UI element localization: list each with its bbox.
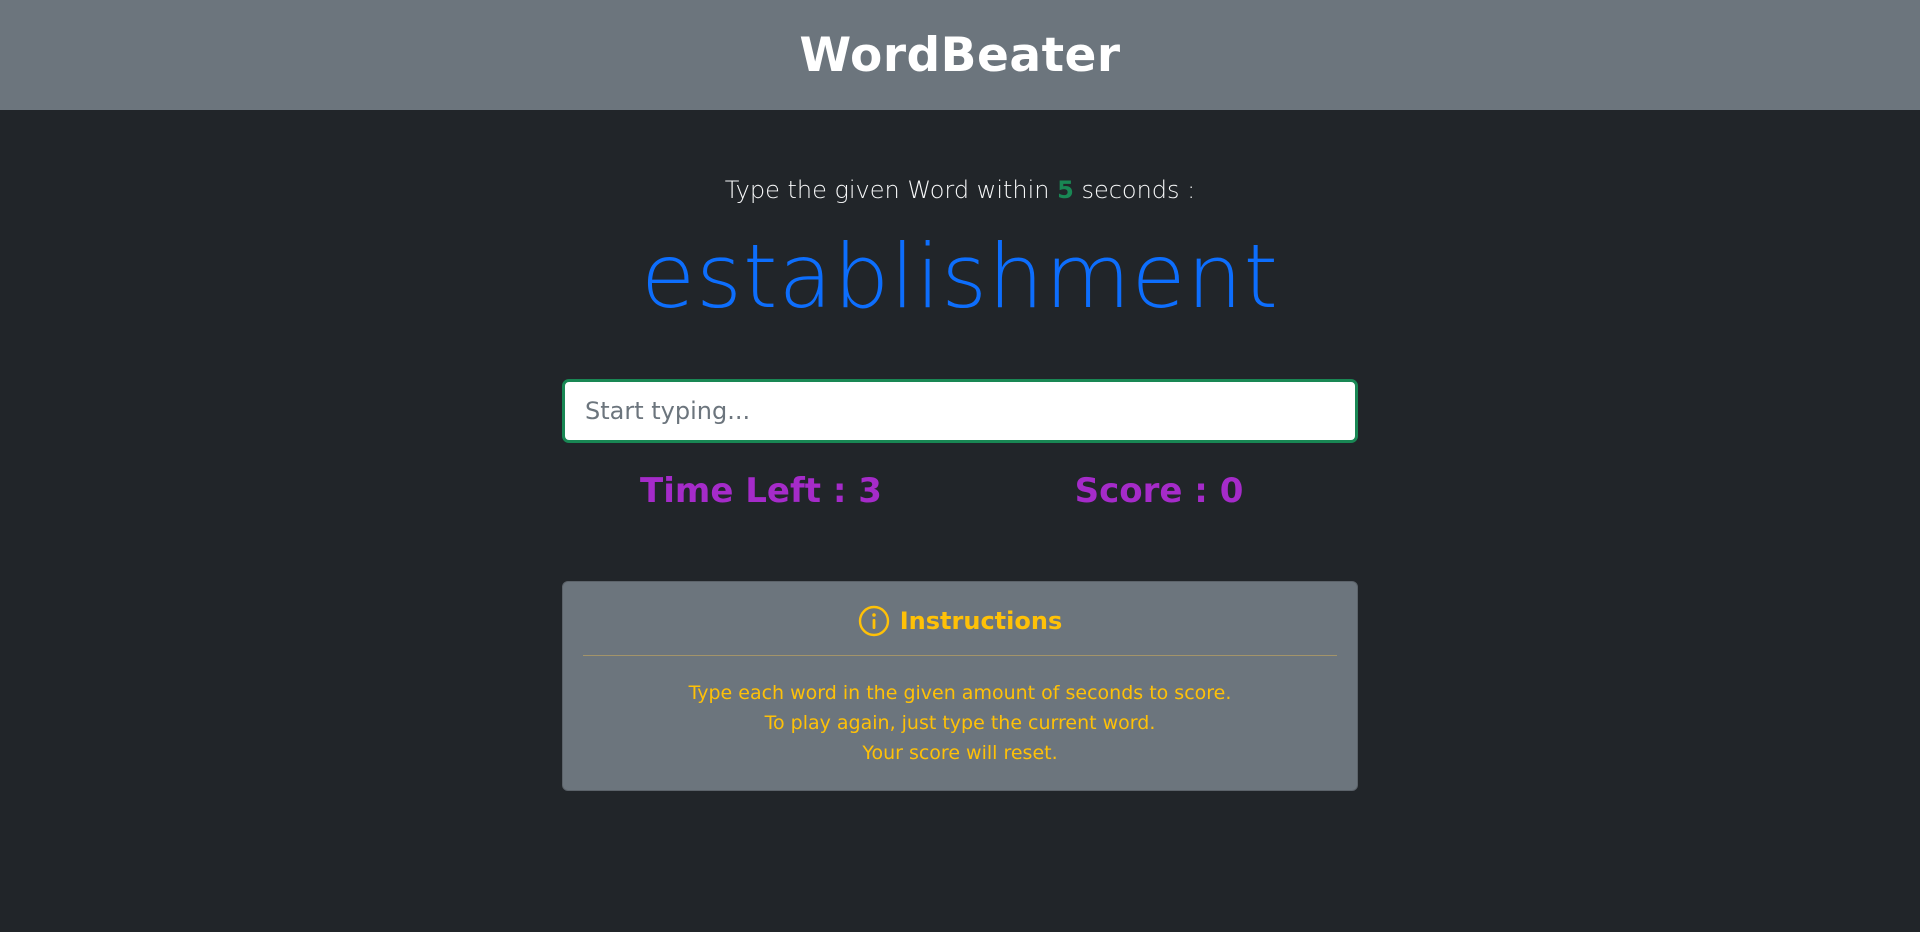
current-word: establishment — [641, 225, 1279, 328]
stats-row: Time Left : 3 Score : 0 — [562, 471, 1358, 511]
seconds-value: 5 — [1057, 176, 1074, 204]
prompt-text-after: seconds : — [1073, 176, 1196, 204]
instruction-line: To play again, just type the current wor… — [764, 712, 1156, 734]
instruction-line: Your score will reset. — [862, 742, 1058, 764]
score-value: 0 — [1219, 471, 1244, 511]
word-input[interactable] — [562, 379, 1358, 443]
instructions-divider — [583, 655, 1337, 656]
info-circle-icon — [858, 605, 889, 637]
score-stat: Score : 0 — [960, 471, 1358, 511]
app-title: WordBeater — [799, 27, 1121, 83]
score-label: Score : — [1074, 471, 1220, 511]
instructions-title: Instructions — [899, 607, 1063, 635]
top-header: WordBeater — [0, 0, 1920, 110]
time-left-stat: Time Left : 3 — [562, 471, 960, 511]
word-prompt: Type the given Word within 5 seconds : — [0, 175, 1920, 205]
time-left-value: 3 — [858, 471, 882, 511]
instructions-header: Instructions — [583, 604, 1337, 638]
instruction-line: Type each word in the given amount of se… — [688, 682, 1232, 704]
instructions-card: Instructions Type each word in the given… — [562, 581, 1358, 791]
time-left-label: Time Left : — [640, 471, 859, 511]
prompt-text-before: Type the given Word within — [724, 176, 1058, 204]
instructions-body: Type each word in the given amount of se… — [583, 678, 1337, 768]
input-wrapper — [562, 379, 1358, 443]
game-area: Type the given Word within 5 seconds : e… — [0, 175, 1920, 791]
